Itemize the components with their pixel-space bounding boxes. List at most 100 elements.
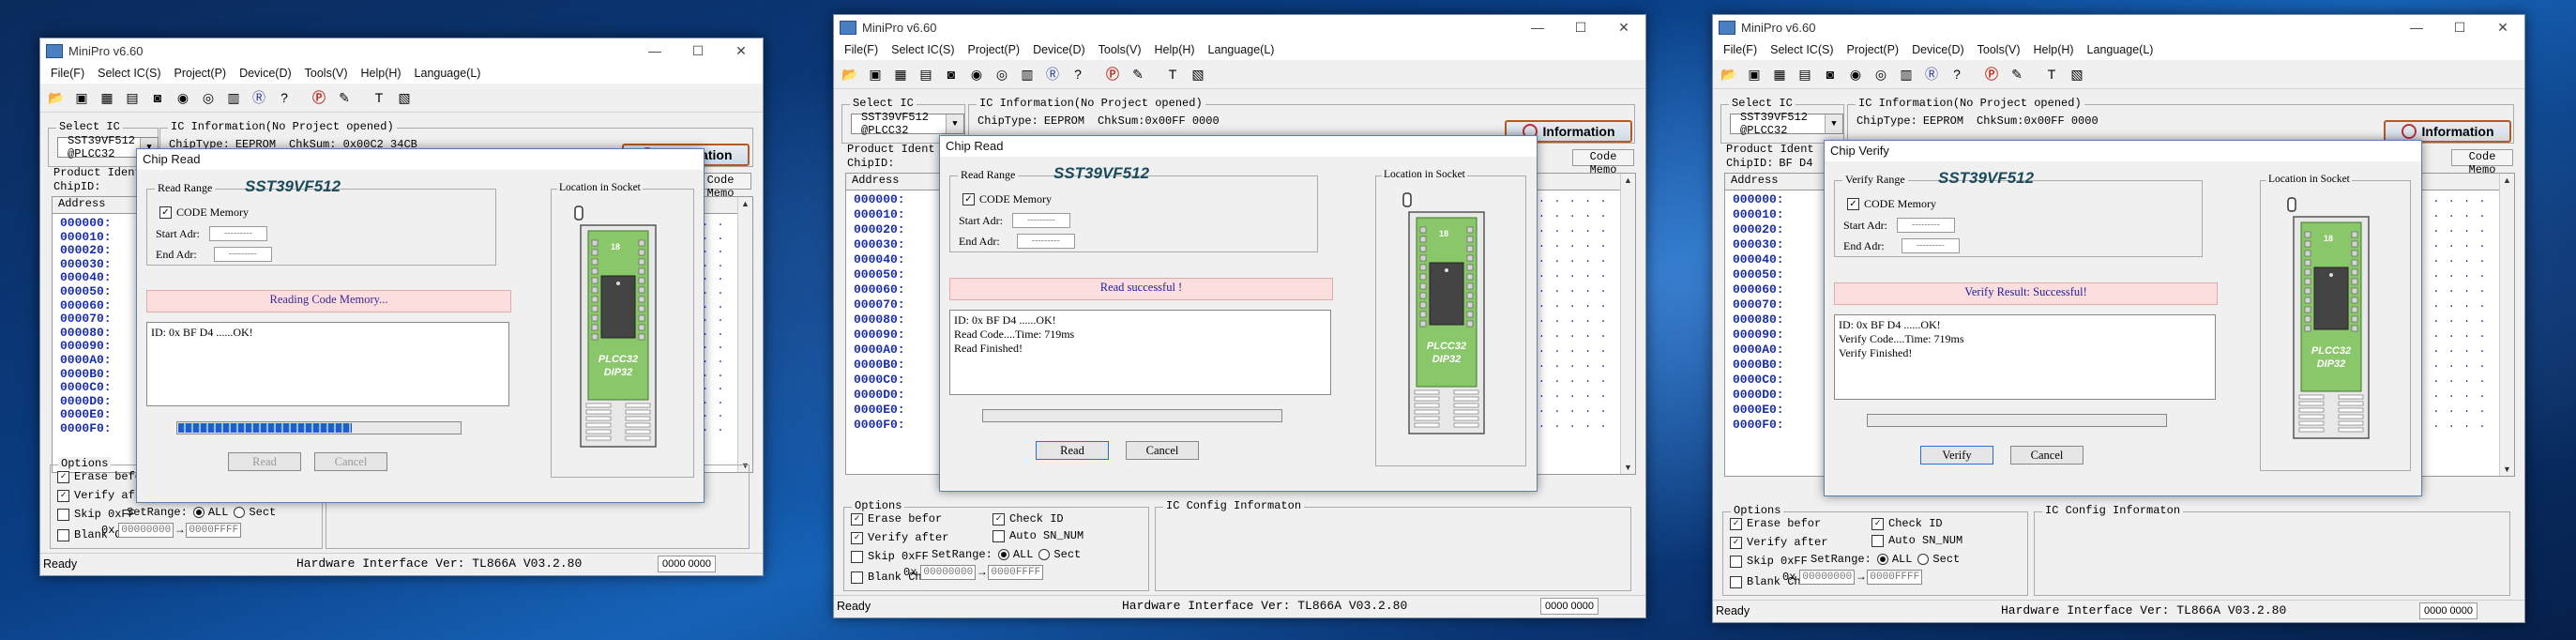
cancel-button[interactable]: Cancel bbox=[2010, 446, 2084, 465]
chip-read-icon[interactable]: ◙ bbox=[147, 87, 168, 108]
help-icon[interactable]: ? bbox=[1947, 64, 1967, 84]
close-button[interactable]: ✕ bbox=[2481, 15, 2524, 39]
code-memory-checkbox[interactable]: ✓ CODE Memory bbox=[1847, 197, 1936, 211]
close-button[interactable]: ✕ bbox=[720, 38, 763, 63]
verify-after-checkbox[interactable]: ✓ Verify after bbox=[851, 531, 948, 544]
save-icon[interactable]: ▣ bbox=[865, 64, 886, 84]
menu-item[interactable]: Language(L) bbox=[408, 67, 488, 80]
range-end-field[interactable]: 0000FFFF bbox=[1867, 570, 1923, 585]
range-all-radio[interactable] bbox=[1876, 554, 1888, 565]
chip-write-icon[interactable]: ◎ bbox=[1871, 64, 1891, 84]
menu-item[interactable]: Select IC(S) bbox=[1764, 43, 1840, 56]
save-icon[interactable]: ▣ bbox=[1744, 64, 1765, 84]
menu-item[interactable]: Language(L) bbox=[1202, 43, 1281, 56]
config-icon[interactable]: ▧ bbox=[1188, 64, 1208, 84]
fill-icon[interactable]: ▥ bbox=[223, 87, 244, 108]
menu-item[interactable]: Device(D) bbox=[1026, 43, 1092, 56]
menu-item[interactable]: Help(H) bbox=[2026, 43, 2080, 56]
protect-p-icon[interactable]: Ⓟ bbox=[309, 87, 329, 108]
code-memory-checkbox[interactable]: ✓ CODE Memory bbox=[159, 206, 249, 220]
config-icon[interactable]: ▧ bbox=[2067, 64, 2087, 84]
skip-ff-checkbox[interactable]: Skip 0xFF bbox=[851, 550, 929, 563]
close-button[interactable]: ✕ bbox=[1602, 15, 1645, 39]
range-sect-radio[interactable] bbox=[234, 507, 246, 518]
range-start-field[interactable]: 00000000 bbox=[1799, 570, 1856, 585]
minimize-button[interactable]: — bbox=[2395, 15, 2438, 39]
auto-sn-checkbox[interactable]: Auto SN_NUM bbox=[993, 529, 1083, 542]
ic-select-dropdown[interactable]: SST39VF512 @PLCC32 ▼ bbox=[851, 111, 964, 137]
menu-item[interactable]: Project(P) bbox=[962, 43, 1027, 56]
menu-item[interactable]: Tools(V) bbox=[1971, 43, 2027, 56]
chip-write-icon[interactable]: ◎ bbox=[198, 87, 219, 108]
menu-item[interactable]: Tools(V) bbox=[1092, 43, 1148, 56]
chip-verify-icon[interactable]: ◉ bbox=[1845, 64, 1866, 84]
range-all-radio[interactable] bbox=[997, 549, 1009, 560]
start-adr-field[interactable]: --------- bbox=[1012, 213, 1070, 228]
range-start-field[interactable]: 00000000 bbox=[920, 565, 977, 580]
hex-scrollbar[interactable]: ▲ ▼ bbox=[1620, 174, 1635, 474]
menu-item[interactable]: Select IC(S) bbox=[885, 43, 961, 56]
scroll-down-icon[interactable]: ▼ bbox=[1621, 461, 1635, 474]
erase-before-checkbox[interactable]: ✓ Erase befor bbox=[851, 512, 942, 526]
menu-item[interactable]: Device(D) bbox=[233, 67, 298, 80]
menu-item[interactable]: File(F) bbox=[838, 43, 885, 56]
save-icon[interactable]: ▣ bbox=[71, 87, 92, 108]
range-start-field[interactable]: 00000000 bbox=[118, 523, 174, 538]
start-adr-field[interactable]: --------- bbox=[1897, 218, 1955, 233]
range-sect-radio[interactable] bbox=[1917, 554, 1930, 565]
primary-action-button[interactable]: Read bbox=[1036, 441, 1109, 460]
hex-scrollbar[interactable]: ▲ ▼ bbox=[737, 197, 752, 472]
minimize-button[interactable]: — bbox=[633, 38, 676, 63]
primary-action-button[interactable]: Verify bbox=[1920, 446, 1993, 465]
chip-r-icon[interactable]: Ⓡ bbox=[1921, 64, 1942, 84]
save-project-icon[interactable]: ▤ bbox=[122, 87, 143, 108]
edit-icon[interactable]: ✎ bbox=[2007, 64, 2027, 84]
menu-item[interactable]: Project(P) bbox=[168, 67, 234, 80]
range-sect-radio[interactable] bbox=[1038, 549, 1051, 560]
start-adr-field[interactable]: --------- bbox=[209, 226, 267, 241]
maximize-button[interactable]: ☐ bbox=[1559, 15, 1602, 39]
code-memo-tab[interactable]: Code Memo bbox=[1572, 149, 1634, 176]
scroll-up-icon[interactable]: ▲ bbox=[738, 197, 752, 210]
save-project-icon[interactable]: ▤ bbox=[1795, 64, 1815, 84]
check-id-checkbox[interactable]: ✓ Check ID bbox=[1871, 517, 1943, 530]
skip-ff-checkbox[interactable]: Skip 0xFF bbox=[57, 508, 135, 521]
test-icon[interactable]: T bbox=[1162, 64, 1183, 84]
chip-icon[interactable]: ▦ bbox=[97, 87, 117, 108]
end-adr-field[interactable]: --------- bbox=[1901, 238, 1960, 253]
chip-write-icon[interactable]: ◎ bbox=[992, 64, 1012, 84]
hex-scrollbar[interactable]: ▲ ▼ bbox=[2499, 174, 2514, 476]
menu-item[interactable]: Language(L) bbox=[2081, 43, 2160, 56]
menu-item[interactable]: File(F) bbox=[1717, 43, 1764, 56]
save-project-icon[interactable]: ▤ bbox=[916, 64, 936, 84]
protect-p-icon[interactable]: Ⓟ bbox=[1102, 64, 1123, 84]
open-folder-icon[interactable]: 📂 bbox=[1719, 64, 1739, 84]
chip-r-icon[interactable]: Ⓡ bbox=[1042, 64, 1063, 84]
chip-verify-icon[interactable]: ◉ bbox=[173, 87, 193, 108]
code-memo-tab[interactable]: Code Memo bbox=[2451, 149, 2513, 176]
auto-sn-checkbox[interactable]: Auto SN_NUM bbox=[1871, 534, 1962, 547]
scroll-up-icon[interactable]: ▲ bbox=[2500, 174, 2514, 187]
verify-after-checkbox[interactable]: ✓ Verify after bbox=[1730, 536, 1827, 549]
help-icon[interactable]: ? bbox=[274, 87, 295, 108]
open-folder-icon[interactable]: 📂 bbox=[840, 64, 860, 84]
config-icon[interactable]: ▧ bbox=[394, 87, 415, 108]
minimize-button[interactable]: — bbox=[1516, 15, 1559, 39]
chip-icon[interactable]: ▦ bbox=[1769, 64, 1790, 84]
chip-read-icon[interactable]: ◙ bbox=[1820, 64, 1841, 84]
test-icon[interactable]: T bbox=[369, 87, 389, 108]
test-icon[interactable]: T bbox=[2041, 64, 2062, 84]
open-folder-icon[interactable]: 📂 bbox=[46, 87, 67, 108]
maximize-button[interactable]: ☐ bbox=[2438, 15, 2481, 39]
help-icon[interactable]: ? bbox=[1068, 64, 1088, 84]
menu-item[interactable]: File(F) bbox=[44, 67, 91, 80]
range-end-field[interactable]: 0000FFFF bbox=[186, 523, 242, 538]
end-adr-field[interactable]: --------- bbox=[213, 247, 272, 262]
scroll-down-icon[interactable]: ▼ bbox=[2500, 463, 2514, 476]
skip-ff-checkbox[interactable]: Skip 0xFF bbox=[1730, 555, 1808, 568]
menu-item[interactable]: Project(P) bbox=[1841, 43, 1906, 56]
ic-select-dropdown[interactable]: SST39VF512 @PLCC32 ▼ bbox=[1730, 111, 1843, 137]
fill-icon[interactable]: ▥ bbox=[1017, 64, 1038, 84]
edit-icon[interactable]: ✎ bbox=[334, 87, 355, 108]
erase-before-checkbox[interactable]: ✓ Erase befor bbox=[57, 470, 148, 483]
